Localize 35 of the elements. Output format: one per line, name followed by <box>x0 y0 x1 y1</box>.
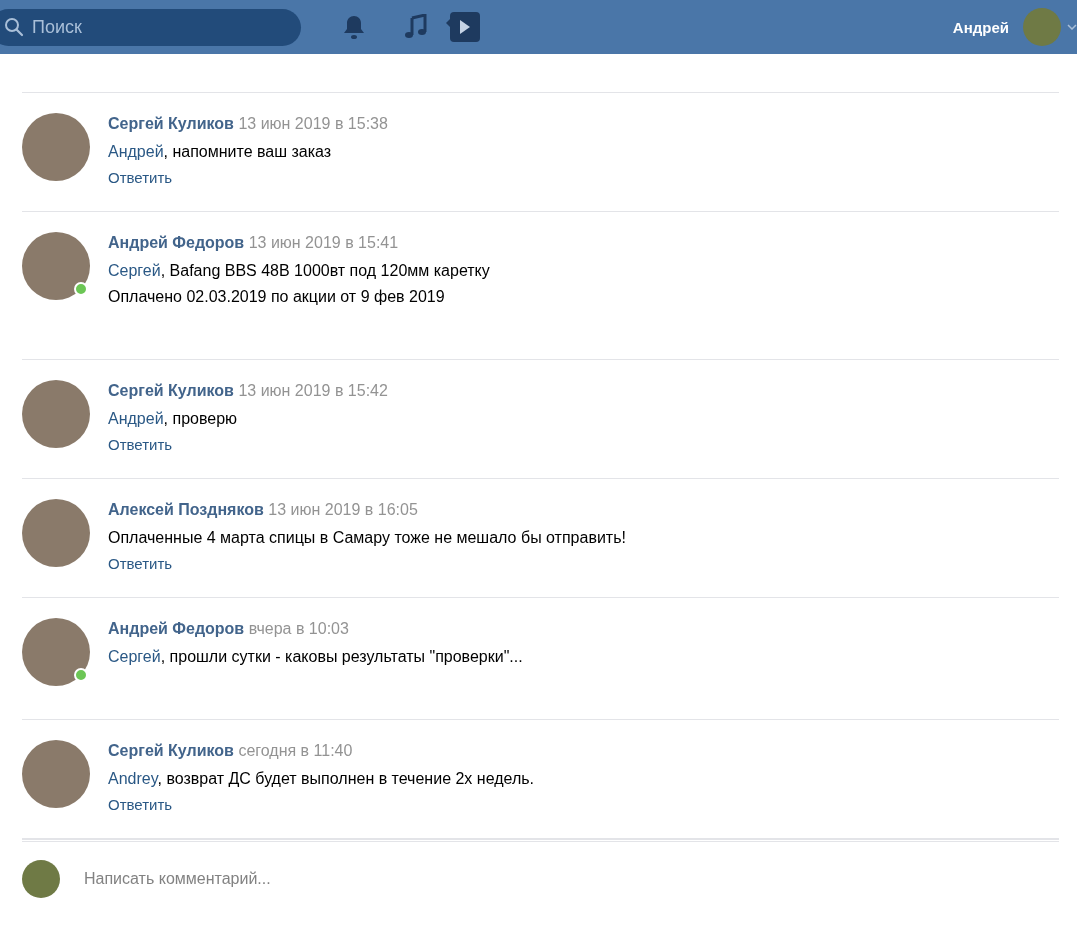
comment-date: 13 июн 2019 в 16:05 <box>268 501 418 518</box>
reply-link[interactable]: Ответить <box>108 434 388 456</box>
mention-link[interactable]: Сергей <box>108 648 161 665</box>
mention-link[interactable]: Сергей <box>108 262 161 279</box>
avatar-photo-placeholder <box>22 860 60 898</box>
author-link[interactable]: Алексей Поздняков <box>108 501 264 518</box>
mention-link[interactable]: Андрей <box>108 143 164 160</box>
author-link[interactable]: Андрей Федоров <box>108 620 245 637</box>
comment-date: сегодня в 11:40 <box>238 742 353 759</box>
author-link[interactable]: Андрей Федоров <box>108 234 245 251</box>
music-note-icon[interactable] <box>404 14 428 40</box>
comment-text: Оплаченные 4 марта спицы в Самару тоже не мешало бы отправить! <box>108 528 626 548</box>
comment-date: 13 июн 2019 в 15:38 <box>238 115 388 132</box>
comment-text: Андрей, напомните ваш заказ <box>108 142 333 162</box>
comment-text: Андрей, проверю <box>108 409 239 429</box>
comment-text: Сергей, Bafang BBS 48В 1000вт под 120мм каретку <box>108 261 490 281</box>
mention-link[interactable]: Andrey <box>108 770 158 787</box>
comment-text: Andrey, возврат ДС будет выполнен в течение 2х недель. <box>108 769 534 789</box>
comment-text: Оплачено 02.03.2019 по акции от 9 фев 2019 <box>108 287 446 307</box>
mention-link[interactable]: Андрей <box>108 410 164 427</box>
author-link[interactable]: Сергей Куликов <box>108 115 234 132</box>
reply-link[interactable]: Ответить <box>108 167 388 189</box>
author-link[interactable]: Сергей Куликов <box>108 382 234 399</box>
comment-date: 13 июн 2019 в 15:42 <box>238 382 388 399</box>
comment-text: Сергей, прошли сутки - каковы результаты "проверки"... <box>108 647 523 667</box>
bell-icon[interactable] <box>342 14 366 40</box>
user-name[interactable]: Андрей <box>952 18 1009 36</box>
author-link[interactable]: Сергей Куликов <box>108 742 234 759</box>
reply-link[interactable]: Ответить <box>108 794 534 816</box>
search-icon <box>4 17 24 37</box>
chevron-down-icon[interactable] <box>1067 24 1077 30</box>
reply-link[interactable]: Ответить <box>108 553 626 575</box>
comment-date: 13 июн 2019 в 15:41 <box>248 234 399 251</box>
comment-date: вчера в 10:03 <box>248 620 349 637</box>
play-icon[interactable] <box>444 12 480 42</box>
